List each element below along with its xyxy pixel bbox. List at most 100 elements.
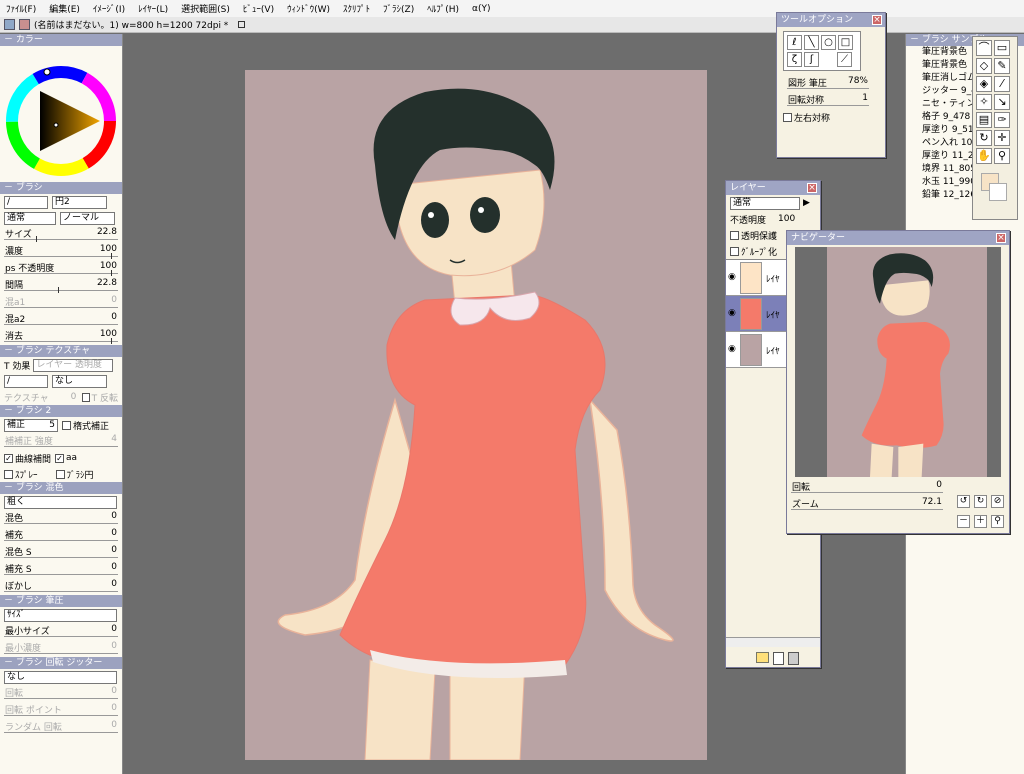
mix-mode-select[interactable]: 粗く <box>4 495 117 509</box>
mix1-slider[interactable]: 混a1 0 <box>0 294 122 311</box>
menu-item[interactable]: ｳｨﾝﾄﾞｳ(W) <box>287 2 330 15</box>
navigator-preview[interactable] <box>795 247 1001 477</box>
gradient-icon[interactable]: ▤ <box>976 112 992 128</box>
menu-item[interactable]: ｲﾒｰｼﾞ(I) <box>93 2 125 15</box>
line-icon[interactable]: ╲ <box>804 35 819 50</box>
protect-checkbox[interactable] <box>730 230 739 240</box>
menu-item[interactable]: ﾌｧｲﾙ(F) <box>6 2 36 15</box>
menu-item[interactable]: ﾋﾞｭｰ(V) <box>243 2 274 15</box>
close-icon[interactable]: × <box>807 183 817 193</box>
brush-section-header[interactable]: － ブラシ <box>0 182 122 194</box>
ellipse-correction-checkbox[interactable] <box>62 420 71 430</box>
aa-checkbox[interactable]: ✓ <box>55 453 65 463</box>
menu-item[interactable]: ﾌﾞﾗｼ(Z) <box>383 2 414 15</box>
pressure-slider[interactable]: 図形 筆圧 78% <box>783 75 873 92</box>
eye-icon[interactable]: ◉ <box>728 272 736 282</box>
spacing-knob[interactable] <box>57 287 59 293</box>
density-knob[interactable] <box>111 253 112 259</box>
mix-color-slider[interactable]: 混色 0 <box>0 510 122 527</box>
zoom-in-icon[interactable]: ＋ <box>974 515 987 528</box>
fill-slider[interactable]: 補充 0 <box>0 527 122 544</box>
mix-s-slider[interactable]: 混色 S0 <box>0 544 122 561</box>
density-slider[interactable]: 濃度 100 <box>0 243 122 260</box>
close-icon[interactable]: × <box>872 15 882 25</box>
texture-none-select[interactable]: なし <box>52 374 107 388</box>
size-knob[interactable] <box>36 236 38 242</box>
erase-knob[interactable] <box>111 338 112 344</box>
ps-opacity-slider[interactable]: ps 不透明度 100 <box>0 260 122 277</box>
jitter-mode-select[interactable]: なし <box>4 670 117 684</box>
texture-section-header[interactable]: － ブラシ テクスチャ <box>0 345 122 357</box>
group-checkbox[interactable] <box>730 246 739 256</box>
brush-normal-select[interactable]: ノーマル <box>60 211 115 225</box>
menu-item[interactable]: ｽｸﾘﾌﾟﾄ <box>343 2 370 15</box>
pressure-section-header[interactable]: － ブラシ 筆圧 <box>0 595 122 607</box>
picker-icon[interactable]: ✑ <box>994 112 1010 128</box>
secondary-color-swatch[interactable] <box>989 183 1007 201</box>
new-layer-icon[interactable] <box>773 652 784 665</box>
reset-rotate-icon[interactable]: ⊘ <box>991 495 1004 508</box>
magic-wand-icon[interactable]: ✧ <box>976 94 992 110</box>
zoom-icon[interactable]: ⚲ <box>994 148 1010 164</box>
opacity-row[interactable]: 不透明度 100 <box>726 211 820 227</box>
layer-title-bar[interactable]: レイヤー × <box>726 181 820 195</box>
rotate-right-icon[interactable]: ↻ <box>974 495 987 508</box>
lasso-icon[interactable]: ⌒ <box>976 40 992 56</box>
color-wheel[interactable] <box>0 46 123 182</box>
restore-icon[interactable] <box>238 21 246 28</box>
spacing-slider[interactable]: 間隔 22.8 <box>0 277 122 294</box>
jitter-section-header[interactable]: － ブラシ 回転 ジッター <box>0 657 122 669</box>
freehand-icon[interactable]: ℓ <box>787 35 802 50</box>
eye-icon[interactable]: ◉ <box>728 344 736 354</box>
rotate-slider[interactable]: 回転 0 <box>0 685 122 702</box>
t-effect-select[interactable]: レイヤー 透明度 <box>33 358 114 372</box>
new-folder-icon[interactable] <box>756 652 769 663</box>
brush2-section-header[interactable]: － ブラシ 2 <box>0 405 122 417</box>
close-document-icon[interactable] <box>19 19 30 30</box>
eye-icon[interactable]: ◉ <box>728 308 736 318</box>
texture-slash[interactable]: / <box>4 374 48 388</box>
select-rect-icon[interactable]: ▭ <box>994 40 1010 56</box>
close-icon[interactable]: × <box>996 233 1006 243</box>
min-density-slider[interactable]: 最小濃度 0 <box>0 640 122 657</box>
rectangle-icon[interactable]: □ <box>838 35 853 50</box>
brush-shape-select[interactable]: 円2 <box>52 195 107 209</box>
blur-slider[interactable]: ぼかし 0 <box>0 578 122 595</box>
rotate-left-icon[interactable]: ↺ <box>957 495 970 508</box>
t-flip-checkbox[interactable] <box>82 392 90 402</box>
lr-sym-checkbox[interactable] <box>783 112 792 122</box>
zoom-out-icon[interactable]: － <box>957 515 970 528</box>
random-rotate-slider[interactable]: ランダム 回転 0 <box>0 719 122 736</box>
erase-slider[interactable]: 消去 100 <box>0 328 122 345</box>
curve2-icon[interactable]: ʃ <box>804 52 819 67</box>
tool-options-title-bar[interactable]: ツールオプション × <box>777 13 885 27</box>
corr-strength-slider[interactable]: 補補正 強度 4 <box>0 433 122 450</box>
brush-mode-select[interactable]: 通常 <box>4 211 56 225</box>
menu-item[interactable]: ﾍﾙﾌﾟ(H) <box>427 2 459 15</box>
ps-opacity-knob[interactable] <box>111 270 112 276</box>
blend-mode-select[interactable]: 通常 <box>730 196 800 210</box>
brush-circle-checkbox[interactable] <box>55 469 65 479</box>
menu-item[interactable]: α(Y) <box>472 4 490 14</box>
eraser-icon[interactable]: ◇ <box>976 58 992 74</box>
dropdown-arrow-icon[interactable]: ▶ <box>803 198 810 208</box>
fill-s-slider[interactable]: 補充 S0 <box>0 561 122 578</box>
layer-scrollbar[interactable] <box>726 637 820 647</box>
nav-zoom-slider[interactable]: ズーム 72.1 <box>787 496 947 513</box>
menu-item[interactable]: 選択範囲(S) <box>181 2 230 15</box>
menu-item[interactable]: ﾚｲﾔｰ(L) <box>138 2 168 15</box>
spray-checkbox[interactable] <box>4 469 13 479</box>
pressure-mode-select[interactable]: ｻｲｽﾞ <box>4 608 117 622</box>
brush-icon[interactable]: ⁄ <box>994 76 1010 92</box>
color-section-header[interactable]: － カラー <box>0 34 122 46</box>
nav-rotate-slider[interactable]: 回転 0 <box>787 479 947 496</box>
curve-icon[interactable]: ζ <box>787 52 802 67</box>
fill-bucket-icon[interactable]: ◈ <box>976 76 992 92</box>
rotate-view-icon[interactable]: ↻ <box>976 130 992 146</box>
rot-sym-slider[interactable]: 回転対称 1 <box>783 92 873 109</box>
hand-icon[interactable]: ✋ <box>976 148 992 164</box>
drawing-canvas[interactable] <box>245 70 707 761</box>
min-size-slider[interactable]: 最小サイズ 0 <box>0 623 122 640</box>
move-icon[interactable]: ✛ <box>994 130 1010 146</box>
zoom-reset-icon[interactable]: ⚲ <box>991 515 1004 528</box>
